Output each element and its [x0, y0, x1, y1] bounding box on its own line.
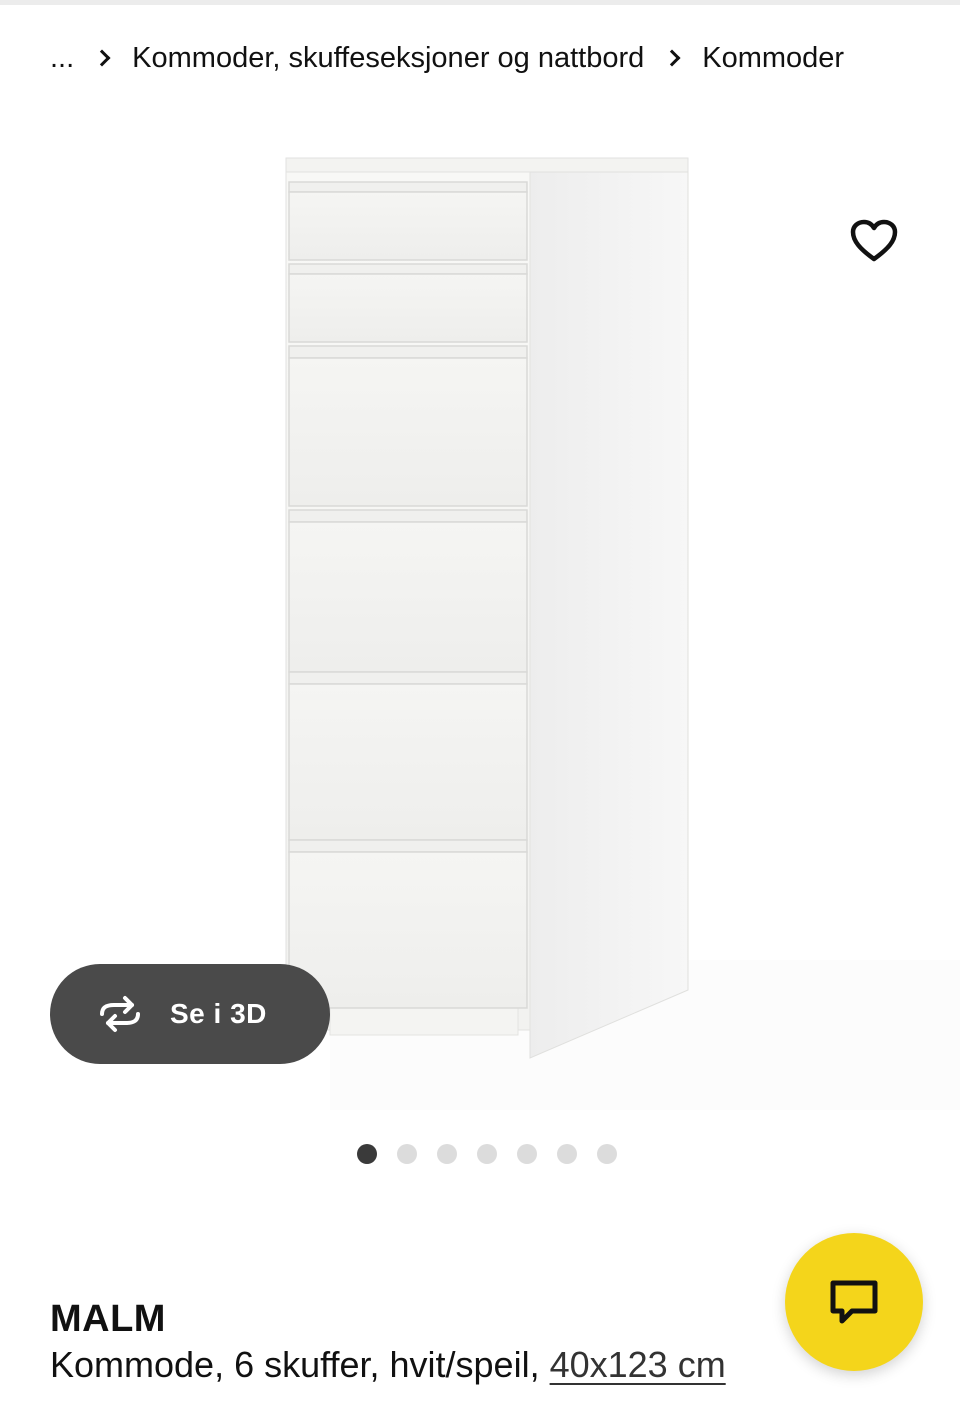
- image-carousel-dots: [357, 1144, 617, 1164]
- product-name: MALM: [50, 1298, 166, 1340]
- carousel-dot[interactable]: [597, 1144, 617, 1164]
- chevron-right-icon: [660, 38, 686, 78]
- carousel-dot[interactable]: [557, 1144, 577, 1164]
- carousel-dot[interactable]: [357, 1144, 377, 1164]
- chat-bubble-icon: [830, 1280, 878, 1324]
- product-image-area[interactable]: Se i 3D: [0, 110, 960, 1120]
- product-size-link[interactable]: 40x123 cm: [550, 1344, 726, 1385]
- product-description: Kommode, 6 skuffer, hvit/speil, 40x123 c…: [50, 1344, 726, 1386]
- view-in-3d-label: Se i 3D: [170, 998, 267, 1029]
- breadcrumb-ellipsis[interactable]: ...: [50, 42, 74, 75]
- carousel-dot[interactable]: [397, 1144, 417, 1164]
- favorite-button[interactable]: [838, 205, 910, 277]
- carousel-dot[interactable]: [477, 1144, 497, 1164]
- chevron-right-icon: [90, 38, 116, 78]
- top-divider: [0, 0, 960, 5]
- breadcrumb: ... Kommoder, skuffeseksjoner og nattbor…: [50, 38, 844, 78]
- breadcrumb-item-current[interactable]: Kommoder: [702, 42, 844, 75]
- view-in-3d-button[interactable]: Se i 3D: [50, 964, 330, 1064]
- heart-outline-icon: [850, 219, 898, 262]
- product-description-text: Kommode, 6 skuffer, hvit/speil,: [50, 1344, 540, 1385]
- chat-button[interactable]: [785, 1233, 923, 1371]
- breadcrumb-item-category[interactable]: Kommoder, skuffeseksjoner og nattbord: [132, 42, 644, 75]
- carousel-dot[interactable]: [437, 1144, 457, 1164]
- carousel-dot[interactable]: [517, 1144, 537, 1164]
- rotate-3d-icon: [100, 996, 140, 1032]
